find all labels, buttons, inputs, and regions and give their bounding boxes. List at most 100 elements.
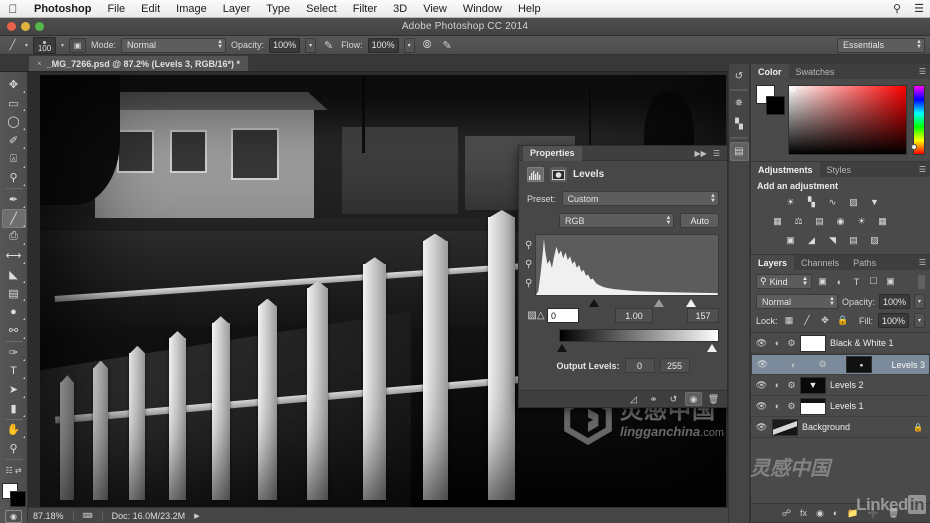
reset-icon[interactable]: ↺ xyxy=(665,392,682,406)
quick-selection-tool[interactable]: ✐ xyxy=(2,131,26,150)
lock-image-icon[interactable]: ╱ xyxy=(801,314,814,328)
tab-paths[interactable]: Paths xyxy=(846,255,883,270)
photo-filter-icon[interactable]: ◉ xyxy=(833,214,848,228)
visibility-eye-icon[interactable]: 👁 xyxy=(755,401,768,412)
white-point-eyedropper-icon[interactable]: ⚲ xyxy=(525,278,532,289)
layer-row-black-and-white-1[interactable]: 👁 ◐ ⚙ Black & White 1 xyxy=(751,333,930,354)
layer-blend-mode-select[interactable]: Normal ▲ ▼ xyxy=(756,294,838,309)
channel-mixer-icon[interactable]: ☀ xyxy=(854,214,869,228)
lock-position-icon[interactable]: ✥ xyxy=(819,314,832,328)
brush-panel-toggle-button[interactable]: ▣ xyxy=(69,37,87,53)
new-adjustment-layer-icon[interactable]: ◐ xyxy=(833,508,838,518)
tab-swatches[interactable]: Swatches xyxy=(789,64,842,79)
channel-select[interactable]: RGB ▲ ▼ xyxy=(559,213,675,228)
panel-menu-icon[interactable]: ☰ xyxy=(710,149,723,158)
shape-filter-icon[interactable]: ☐ xyxy=(867,275,880,289)
color-swatches[interactable] xyxy=(1,482,26,507)
layer-row-levels-1[interactable]: 👁 ◐ ⚙ Levels 1 xyxy=(751,396,930,417)
input-black-field[interactable]: 0 xyxy=(547,308,579,323)
lock-transparency-icon[interactable]: ▦ xyxy=(783,314,796,328)
flow-input[interactable]: 100% xyxy=(367,37,399,53)
input-black-slider[interactable] xyxy=(589,299,599,307)
view-previous-state-icon[interactable]: ⚭ xyxy=(645,392,662,406)
invert-icon[interactable]: ▣ xyxy=(783,233,798,247)
layer-row-background[interactable]: 👁 Background 🔒 xyxy=(751,417,930,438)
fill-input[interactable]: 100% xyxy=(877,313,909,328)
gray-point-eyedropper-icon[interactable]: ⚲ xyxy=(525,259,532,270)
color-picker-marker[interactable] xyxy=(790,87,795,92)
menu-view[interactable]: View xyxy=(415,0,455,18)
apple-logo-icon[interactable]:  xyxy=(0,2,26,16)
eraser-tool[interactable]: ◣ xyxy=(2,265,26,284)
layer-mask-icon[interactable] xyxy=(550,167,567,182)
link-layers-icon[interactable]: ☍ xyxy=(782,508,791,519)
layer-row-levels-3[interactable]: 👁 ◐ ⚙ Levels 3 xyxy=(751,354,930,375)
output-black-slider[interactable] xyxy=(557,344,567,352)
auto-button[interactable]: Auto xyxy=(680,213,719,228)
link-mask-icon[interactable]: ⚙ xyxy=(787,380,796,391)
rectangle-tool[interactable]: ▮ xyxy=(2,399,26,418)
panel-menu-icon[interactable]: ☰ xyxy=(915,64,930,79)
menu-window[interactable]: Window xyxy=(455,0,510,18)
path-selection-tool[interactable]: ➤ xyxy=(2,380,26,399)
pressure-size-icon[interactable]: ✎ xyxy=(440,38,455,53)
lock-all-icon[interactable]: 🔒 xyxy=(837,314,850,328)
layer-mask-thumbnail[interactable]: ▼ xyxy=(800,376,826,394)
histogram-icon[interactable]: ▚ xyxy=(730,115,749,134)
menu-help[interactable]: Help xyxy=(510,0,549,18)
panel-menu-icon[interactable]: ☰ xyxy=(915,162,930,177)
tab-color[interactable]: Color xyxy=(751,64,789,79)
blend-mode-select[interactable]: Normal ▲ ▼ xyxy=(121,37,227,53)
status-menu-arrow-icon[interactable]: ▶ xyxy=(194,512,199,520)
selective-color-icon[interactable]: ▤ xyxy=(846,233,861,247)
menu-type[interactable]: Type xyxy=(258,0,298,18)
black-point-eyedropper-icon[interactable]: ⚲ xyxy=(525,240,532,251)
posterize-icon[interactable]: ◢ xyxy=(804,233,819,247)
crop-tool[interactable]: ⍓ xyxy=(2,150,26,169)
output-white-field[interactable]: 255 xyxy=(659,358,690,373)
tab-styles[interactable]: Styles xyxy=(820,162,859,177)
zoom-level[interactable]: 87.18% xyxy=(33,511,64,521)
brush-preset-icon[interactable]: ╱ xyxy=(5,38,20,53)
smart-object-filter-icon[interactable]: ▣ xyxy=(884,275,897,289)
layer-mask-thumbnail[interactable] xyxy=(800,334,826,352)
link-mask-icon[interactable]: ⚙ xyxy=(787,338,796,349)
hand-tool[interactable]: ✋ xyxy=(2,421,26,440)
link-mask-icon[interactable]: ⚙ xyxy=(787,401,796,412)
visibility-eye-icon[interactable]: 👁 xyxy=(755,422,768,433)
filter-toggle-switch[interactable] xyxy=(918,274,925,289)
brush-size-caret-icon[interactable]: ▾ xyxy=(61,42,64,49)
tab-channels[interactable]: Channels xyxy=(794,255,846,270)
output-white-slider[interactable] xyxy=(707,344,717,352)
quick-mask-icon[interactable]: ◉ xyxy=(5,510,22,523)
gradient-map-icon[interactable]: ▧ xyxy=(867,233,882,247)
background-color-swatch[interactable] xyxy=(9,490,26,507)
layer-opacity-input[interactable]: 100% xyxy=(878,294,910,309)
layer-opacity-stepper-icon[interactable]: ▾ xyxy=(914,294,925,309)
fill-stepper-icon[interactable]: ▾ xyxy=(914,313,925,328)
menu-file[interactable]: File xyxy=(99,0,133,18)
marquee-tool[interactable]: ▭ xyxy=(2,94,26,113)
menu-image[interactable]: Image xyxy=(168,0,215,18)
close-icon[interactable]: × xyxy=(37,59,42,68)
swap-colors-icon[interactable]: ☷ ⇄ xyxy=(2,461,26,480)
curves-icon[interactable]: ∿ xyxy=(825,195,840,209)
color-picker-field[interactable] xyxy=(788,85,907,155)
delete-icon[interactable]: 🗑 xyxy=(705,392,722,406)
type-tool[interactable]: T xyxy=(2,362,26,381)
visibility-eye-icon[interactable]: 👁 xyxy=(755,338,768,349)
visibility-eye-icon[interactable]: 👁 xyxy=(755,380,768,391)
black-and-white-icon[interactable]: ▤ xyxy=(812,214,827,228)
document-tab[interactable]: × _MG_7266.psd @ 87.2% (Levels 3, RGB/16… xyxy=(28,55,250,71)
airbrush-icon[interactable]: ⦾ xyxy=(420,38,435,53)
levels-icon[interactable] xyxy=(527,167,544,182)
tab-layers[interactable]: Layers xyxy=(751,255,795,270)
layer-mask-thumbnail[interactable] xyxy=(800,397,826,415)
input-gamma-slider[interactable] xyxy=(654,299,664,307)
brightness-contrast-icon[interactable]: ☀ xyxy=(783,195,798,209)
menu-filter[interactable]: Filter xyxy=(345,0,385,18)
adjustment-filter-icon[interactable]: ◐ xyxy=(833,275,846,289)
layer-thumbnail[interactable] xyxy=(772,418,798,436)
menu-3d[interactable]: 3D xyxy=(385,0,415,18)
pen-tool[interactable]: ✑ xyxy=(2,343,26,362)
